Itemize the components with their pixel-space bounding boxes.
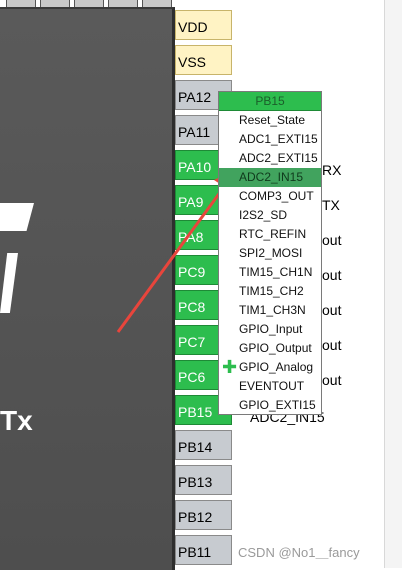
menu-item-adc2-exti15[interactable]: ADC2_EXTI15 <box>219 149 321 168</box>
menu-item-label: RTC_REFIN <box>239 227 307 241</box>
menu-item-gpio-analog[interactable]: ✚ GPIO_Analog <box>219 358 321 377</box>
menu-item-label: TIM1_CH3N <box>239 303 306 317</box>
menu-item-label: Reset_State <box>239 113 306 127</box>
menu-item-tim1-ch3n[interactable]: TIM1_CH3N <box>219 301 321 320</box>
arrow-shaft <box>116 175 234 333</box>
menu-item-label: SPI2_MOSI <box>239 246 303 260</box>
menu-item-adc1-exti15[interactable]: ADC1_EXTI15 <box>219 130 321 149</box>
menu-item-label: ADC2_EXTI15 <box>239 151 318 165</box>
menu-item-label: EVENTOUT <box>239 379 305 393</box>
menu-item-spi2-mosi[interactable]: SPI2_MOSI <box>219 244 321 263</box>
menu-item-gpio-exti15[interactable]: GPIO_EXTI15 <box>219 396 321 415</box>
menu-item-label: TIM15_CH1N <box>239 265 313 279</box>
menu-item-i2s2-sd[interactable]: I2S2_SD <box>219 206 321 225</box>
check-icon: ✚ <box>222 357 238 377</box>
menu-item-label: I2S2_SD <box>239 208 288 222</box>
menu-item-gpio-output[interactable]: GPIO_Output <box>219 339 321 358</box>
watermark-text: CSDN @No1＿fancy <box>238 545 360 560</box>
menu-item-gpio-input[interactable]: GPIO_Input <box>219 320 321 339</box>
menu-header-pin: PB15 <box>219 92 321 111</box>
menu-item-adc2-in15[interactable]: ADC2_IN15 <box>219 168 321 187</box>
menu-item-label: GPIO_Analog <box>239 360 314 374</box>
pinout-view: Tx VDD VSS PA12 PA11 PA10 PA9 PA8 PC9 PC… <box>0 0 402 570</box>
menu-item-label: GPIO_Input <box>239 322 303 336</box>
menu-item-rtc-refin[interactable]: RTC_REFIN <box>219 225 321 244</box>
menu-item-eventout[interactable]: EVENTOUT <box>219 377 321 396</box>
menu-item-label: GPIO_EXTI15 <box>239 398 316 412</box>
pin-function-menu: PB15 Reset_State ADC1_EXTI15 ADC2_EXTI15… <box>218 91 322 415</box>
menu-item-label: GPIO_Output <box>239 341 312 355</box>
menu-item-label: TIM15_CH2 <box>239 284 304 298</box>
menu-item-label: COMP3_OUT <box>239 189 314 203</box>
menu-item-reset-state[interactable]: Reset_State <box>219 111 321 130</box>
menu-item-label: ADC1_EXTI15 <box>239 132 318 146</box>
menu-item-tim15-ch1n[interactable]: TIM15_CH1N <box>219 263 321 282</box>
menu-item-tim15-ch2[interactable]: TIM15_CH2 <box>219 282 321 301</box>
menu-item-label: ADC2_IN15 <box>239 170 304 184</box>
red-annotation-arrow <box>116 168 238 333</box>
menu-item-comp3-out[interactable]: COMP3_OUT <box>219 187 321 206</box>
